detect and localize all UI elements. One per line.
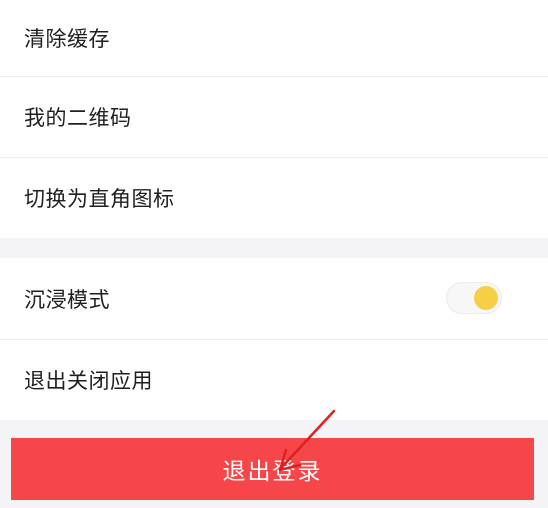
clear-cache-label: 清除缓存: [24, 27, 110, 51]
switch-square-icons-item[interactable]: 切换为直角图标: [0, 158, 548, 238]
toggle-knob: [474, 286, 498, 310]
immersive-mode-label: 沉浸模式: [24, 287, 110, 312]
immersive-mode-toggle[interactable]: [446, 282, 502, 314]
switch-square-icons-label: 切换为直角图标: [24, 187, 175, 211]
settings-group-general: 清除缓存 我的二维码 切换为直角图标: [0, 0, 548, 238]
my-qr-code-label: 我的二维码: [24, 106, 132, 130]
clear-cache-item[interactable]: 清除缓存: [0, 0, 548, 76]
settings-group-display: 沉浸模式 退出关闭应用: [0, 258, 548, 420]
logout-button[interactable]: 退出登录: [11, 438, 534, 500]
exit-close-app-item[interactable]: 退出关闭应用: [0, 340, 548, 420]
immersive-mode-item[interactable]: 沉浸模式: [0, 258, 548, 339]
exit-close-app-label: 退出关闭应用: [24, 369, 153, 393]
logout-label: 退出登录: [222, 459, 323, 485]
my-qr-code-item[interactable]: 我的二维码: [0, 77, 548, 157]
